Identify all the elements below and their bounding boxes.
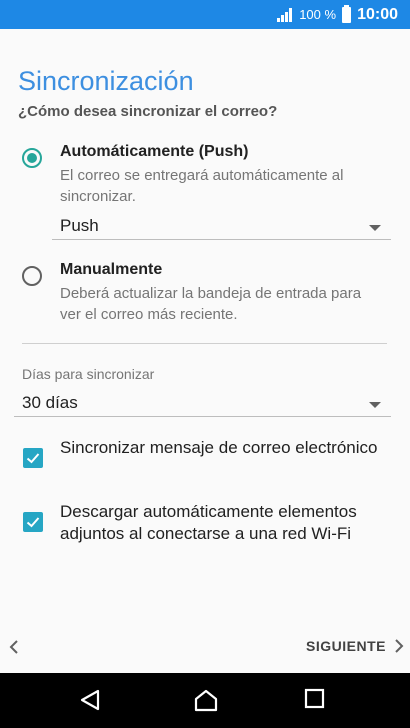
back-icon[interactable] [8,639,20,660]
check-icon [26,453,40,464]
check-icon [26,517,40,528]
battery-icon [342,4,352,23]
checkbox-sync-mail[interactable] [23,448,43,468]
navigation-bar [0,673,410,728]
sync-days-value: 30 días [22,393,78,412]
push-dropdown-value: Push [60,216,99,235]
dropdown-arrow-icon [369,402,381,408]
option-manual-desc: Deberá actualizar la bandeja de entrada … [60,285,362,323]
sync-days-label: Días para sincronizar [22,366,155,382]
nav-recents-icon[interactable] [304,688,326,710]
next-button[interactable]: SIGUIENTE [306,637,406,655]
checkbox-download-attachments-label: Descargar automáticamente elementos adju… [60,502,357,543]
next-icon [395,639,404,653]
nav-back-icon[interactable] [79,688,101,712]
nav-home-icon[interactable] [193,688,219,712]
page-subtitle: ¿Cómo desea sincronizar el correo? [18,103,278,120]
wizard-footer: SIGUIENTE [0,627,410,669]
battery-percent: 100 % [299,7,337,22]
clock: 10:00 [357,5,398,23]
option-auto-desc: El correo se entregará automáticamente a… [60,167,344,205]
section-divider [22,343,387,344]
status-bar: 100 % 10:00 [0,0,410,29]
signal-icon [277,7,293,22]
checkbox-download-attachments[interactable] [23,512,43,532]
dropdown-arrow-icon [369,225,381,231]
option-manual-title: Manualmente [60,261,163,278]
next-button-label: SIGUIENTE [306,638,386,654]
page-title: Sincronización [18,66,194,96]
radio-manual[interactable] [22,266,42,286]
push-dropdown[interactable]: Push [52,212,391,240]
radio-auto[interactable] [22,148,42,168]
option-auto-title: Automáticamente (Push) [60,143,249,160]
checkbox-sync-mail-label: Sincronizar mensaje de correo electrónic… [60,438,378,457]
sync-days-dropdown[interactable]: 30 días [14,389,391,417]
